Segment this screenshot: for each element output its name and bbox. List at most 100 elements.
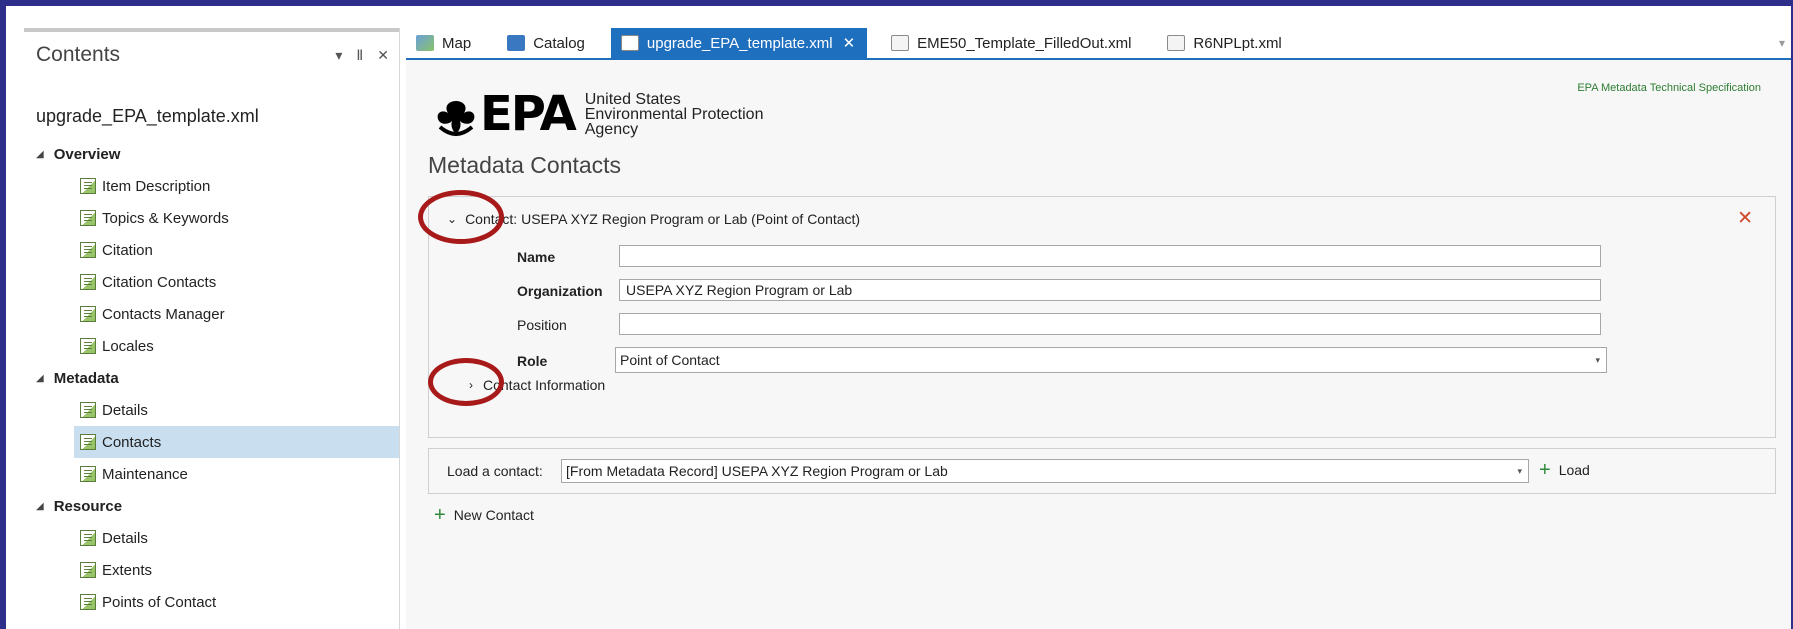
metadata-page-icon <box>80 562 96 578</box>
load-contact-bar: Load a contact: [From Metadata Record] U… <box>428 448 1776 494</box>
metadata-page-icon <box>80 434 96 450</box>
tab-r6nplpt-xml[interactable]: R6NPLpt.xml <box>1157 28 1293 58</box>
tree-item-citation[interactable]: Citation <box>24 234 399 266</box>
name-field[interactable] <box>619 245 1601 267</box>
contents-pane-title: Contents <box>36 43 121 66</box>
collapse-triangle-icon[interactable]: ◢ <box>36 373 44 384</box>
tab-upgrade-epa-template-xml[interactable]: upgrade_EPA_template.xml ✕ <box>610 28 868 58</box>
remove-contact-icon[interactable]: ✕ <box>1737 207 1753 230</box>
metadata-page-icon <box>80 466 96 482</box>
epa-line-2: Environmental Protection <box>584 105 764 123</box>
role-label: Role <box>517 353 548 369</box>
metadata-page-icon <box>80 530 96 546</box>
highlight-ring <box>418 190 504 244</box>
role-select[interactable]: Point of Contact ▾ <box>615 347 1607 373</box>
epa-letters: EPA <box>480 86 577 142</box>
load-contact-value: [From Metadata Record] USEPA XYZ Region … <box>566 463 948 479</box>
load-contact-label: Load a contact: <box>447 463 543 479</box>
organization-label: Organization <box>517 283 603 299</box>
tree-item-details[interactable]: Details <box>24 522 399 554</box>
tree-item-label: Locales <box>102 337 154 355</box>
item-title: upgrade_EPA_template.xml <box>36 106 259 126</box>
tree-item-maintenance[interactable]: Maintenance <box>24 458 399 490</box>
tree-item-label: Details <box>102 529 148 547</box>
tree-item-item-description[interactable]: Item Description <box>24 170 399 202</box>
highlight-ring <box>428 358 504 406</box>
tree-item-label: Citation Contacts <box>102 273 217 291</box>
tree-item-contacts[interactable]: Contacts <box>74 426 399 458</box>
tree-item-points-of-contact[interactable]: Points of Contact <box>24 586 399 618</box>
metadata-page-icon <box>80 306 96 322</box>
tree-group-label: Metadata <box>53 369 119 387</box>
tree-group-overview[interactable]: ◢ Overview <box>24 138 399 170</box>
map-icon <box>416 35 434 51</box>
tree-item-contacts-manager[interactable]: Contacts Manager <box>24 298 399 330</box>
section-title: Metadata Contacts <box>428 152 622 178</box>
tab-label: Map <box>442 34 472 52</box>
tree-group-label: Resource <box>53 497 123 515</box>
tree-item-label: Contacts <box>102 433 162 451</box>
contents-pane: Contents ▾ Ⅱ ✕ upgrade_EPA_template.xml … <box>24 28 400 629</box>
tree-group-metadata[interactable]: ◢ Metadata <box>24 362 399 394</box>
metadata-page-icon <box>80 242 96 258</box>
tab-overflow-icon[interactable]: ▾ <box>1779 36 1785 50</box>
pane-options-icon[interactable]: ▾ <box>335 47 342 64</box>
tree-item-label: Citation <box>102 241 153 259</box>
tab-label: Catalog <box>533 34 585 52</box>
organization-field[interactable]: USEPA XYZ Region Program or Lab <box>619 279 1601 301</box>
load-contact-select[interactable]: [From Metadata Record] USEPA XYZ Region … <box>561 459 1529 483</box>
metadata-page-icon <box>80 594 96 610</box>
tree-item-details[interactable]: Details <box>24 394 399 426</box>
pane-controls: ▾ Ⅱ ✕ <box>335 47 389 64</box>
tree-item-label: Points of Contact <box>102 593 217 611</box>
contact-card-header[interactable]: ⌄ Contact: USEPA XYZ Region Program or L… <box>447 211 860 227</box>
metadata-page-icon <box>80 338 96 354</box>
tree-group-resource[interactable]: ◢ Resource <box>24 490 399 522</box>
tree-item-label: Item Description <box>102 177 211 195</box>
contact-header-label: Contact: USEPA XYZ Region Program or Lab… <box>465 211 861 227</box>
load-button[interactable]: + Load <box>1539 459 1590 481</box>
epa-agency-name: United States Environmental Protection A… <box>584 90 764 138</box>
pin-icon[interactable]: Ⅱ <box>356 47 363 64</box>
role-value: Point of Contact <box>620 352 720 368</box>
epa-line-3: Agency <box>584 120 639 138</box>
app-window: Contents ▾ Ⅱ ✕ upgrade_EPA_template.xml … <box>4 4 1791 629</box>
metadata-page-icon <box>80 210 96 226</box>
tree-item-label: Details <box>102 401 148 419</box>
tree-item-topics-keywords[interactable]: Topics & Keywords <box>24 202 399 234</box>
spec-link[interactable]: EPA Metadata Technical Specification <box>1577 82 1761 94</box>
tree-item-label: Topics & Keywords <box>102 209 229 227</box>
close-tab-icon[interactable]: ✕ <box>843 34 856 52</box>
name-label: Name <box>517 249 556 265</box>
tab-eme50-template-filledout-xml[interactable]: EME50_Template_FilledOut.xml <box>881 28 1143 58</box>
epa-flower-icon <box>437 101 475 136</box>
dropdown-arrow-icon[interactable]: ▾ <box>1517 460 1522 482</box>
epa-line-1: United States <box>584 90 681 108</box>
close-pane-icon[interactable]: ✕ <box>377 47 389 64</box>
xml-doc-icon <box>891 35 910 51</box>
epa-logo: EPA United States Environmental Protecti… <box>434 86 763 142</box>
position-field[interactable] <box>619 313 1601 335</box>
new-contact-label: New Contact <box>453 507 534 523</box>
collapse-triangle-icon[interactable]: ◢ <box>36 501 44 512</box>
plus-icon: + <box>1539 459 1551 481</box>
contents-pane-header: Contents ▾ Ⅱ ✕ <box>24 28 399 78</box>
metadata-page-icon <box>80 178 96 194</box>
tab-map[interactable]: Map <box>406 28 483 58</box>
tab-label: R6NPLpt.xml <box>1193 34 1282 52</box>
tree-group-label: Overview <box>53 145 121 163</box>
tab-label: EME50_Template_FilledOut.xml <box>917 34 1132 52</box>
tree-item-locales[interactable]: Locales <box>24 330 399 362</box>
tree-item-label: Contacts Manager <box>102 305 225 323</box>
dropdown-arrow-icon[interactable]: ▾ <box>1595 348 1600 372</box>
tab-catalog[interactable]: Catalog <box>497 28 597 58</box>
collapse-triangle-icon[interactable]: ◢ <box>36 149 44 160</box>
xml-doc-icon <box>620 35 639 51</box>
catalog-icon <box>507 35 526 51</box>
tree-item-citation-contacts[interactable]: Citation Contacts <box>24 266 399 298</box>
tree-item-extents[interactable]: Extents <box>24 554 399 586</box>
plus-icon: + <box>434 504 446 526</box>
position-label: Position <box>517 317 567 333</box>
new-contact-button[interactable]: + New Contact <box>434 504 534 526</box>
xml-doc-icon <box>1167 35 1186 51</box>
